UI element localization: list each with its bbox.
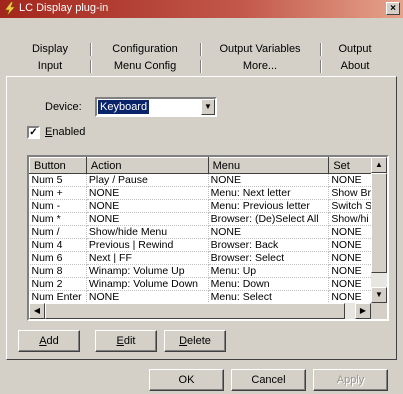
table-row[interactable]: Num 8 Winamp: Volume Up Menu: Up NONE [29,264,387,278]
table-row[interactable]: Num * NONE Browser: (De)Select All Show/hi [29,212,387,226]
table-cell: Browser: Select [208,251,330,265]
enabled-label[interactable]: Enabled [45,126,85,138]
ok-button[interactable]: OK [149,369,224,391]
table-cell: Menu: Select [208,290,330,304]
plugin-window: LC Display plug-in × Display Configurati… [0,0,403,394]
table-cell: Num 2 [29,277,87,291]
tab-output[interactable]: Output [320,41,390,57]
column-header-button[interactable]: Button [29,157,87,174]
scroll-down-icon[interactable]: ▼ [371,287,387,303]
table-row[interactable]: Num Enter NONE Menu: Select NONE [29,290,387,304]
table-cell: Num Enter [29,290,87,304]
table-row[interactable]: Num 6 Next | FF Browser: Select NONE [29,251,387,265]
tab-row-1: Display Configuration Output Variables O… [10,41,390,57]
vertical-scrollbar[interactable]: ▲ ▼ [371,157,387,303]
table-row[interactable]: Num + NONE Menu: Next letter Show Br [29,186,387,200]
table-cell: Num - [29,199,87,213]
device-label: Device: [45,101,82,113]
tab-display[interactable]: Display [10,41,90,57]
scroll-right-icon[interactable]: ▶ [355,303,371,319]
table-cell: Browser: (De)Select All [208,212,330,226]
tab-about[interactable]: About [320,58,390,74]
scroll-left-icon[interactable]: ◀ [29,303,45,319]
input-bindings-list[interactable]: Button Action Menu Set Num 5 Play / Pause… [27,155,389,321]
table-cell: Menu: Previous letter [208,199,330,213]
table-row[interactable]: Num 5 Play / Pause NONE NONE [29,173,387,187]
table-cell: Next | FF [86,251,209,265]
table-cell: Num / [29,225,87,239]
window-title: LC Display plug-in [19,2,109,14]
table-cell: Winamp: Volume Down [86,277,209,291]
winamp-bolt-icon [3,1,17,17]
vertical-scroll-thumb[interactable] [371,173,387,273]
table-cell: Browser: Back [208,238,330,252]
table-row[interactable]: Num 4 Previous | Rewind Browser: Back NONE [29,238,387,252]
table-cell: Play / Pause [86,173,209,187]
table-cell: Num + [29,186,87,200]
table-cell: NONE [86,290,209,304]
table-cell: Show/hide Menu [86,225,209,239]
device-select[interactable]: Keyboard ▼ [95,97,217,117]
table-cell: NONE [208,225,330,239]
checkmark-icon: ✓ [29,127,38,138]
edit-button[interactable]: Edit [95,330,157,352]
add-button[interactable]: Add [18,330,80,352]
tab-configuration[interactable]: Configuration [90,41,200,57]
table-cell: Num 5 [29,173,87,187]
table-row[interactable]: Num / Show/hide Menu NONE NONE [29,225,387,239]
tab-input[interactable]: Input [10,58,90,74]
table-cell: Winamp: Volume Up [86,264,209,278]
table-cell: Num * [29,212,87,226]
tab-menu-config[interactable]: Menu Config [90,58,200,74]
title-bar[interactable]: LC Display plug-in × [0,0,403,18]
table-row[interactable]: Num 2 Winamp: Volume Down Menu: Down NONE [29,277,387,291]
device-select-value: Keyboard [98,100,150,114]
table-cell: NONE [86,212,209,226]
enabled-checkbox[interactable]: ✓ [27,126,40,139]
apply-button: Apply [313,369,388,391]
tab-row-2: Input Menu Config More... About [10,58,390,74]
table-header-row: Button Action Menu Set [29,157,387,174]
scrollbar-corner [371,303,387,319]
cancel-button[interactable]: Cancel [231,369,306,391]
table-cell: Menu: Next letter [208,186,330,200]
column-header-menu[interactable]: Menu [207,157,330,174]
table-cell: NONE [86,186,209,200]
table-cell: Menu: Down [208,277,330,291]
table-row[interactable]: Num - NONE Menu: Previous letter Switch S [29,199,387,213]
bindings-table: Button Action Menu Set Num 5 Play / Pause… [29,157,387,304]
table-cell: Num 8 [29,264,87,278]
table-cell: NONE [86,199,209,213]
scroll-up-icon[interactable]: ▲ [371,157,387,173]
horizontal-scrollbar[interactable]: ◀ ▶ [29,303,371,319]
tab-more[interactable]: More... [200,58,320,74]
chevron-down-icon[interactable]: ▼ [201,99,215,115]
close-button[interactable]: × [386,2,400,15]
column-header-action[interactable]: Action [85,157,209,174]
horizontal-scroll-thumb[interactable] [45,303,345,319]
tab-output-variables[interactable]: Output Variables [200,41,320,57]
table-cell: Menu: Up [208,264,330,278]
table-cell: Num 6 [29,251,87,265]
table-cell: Previous | Rewind [86,238,209,252]
delete-button[interactable]: Delete [164,330,226,352]
table-cell: Num 4 [29,238,87,252]
table-cell: NONE [208,173,330,187]
